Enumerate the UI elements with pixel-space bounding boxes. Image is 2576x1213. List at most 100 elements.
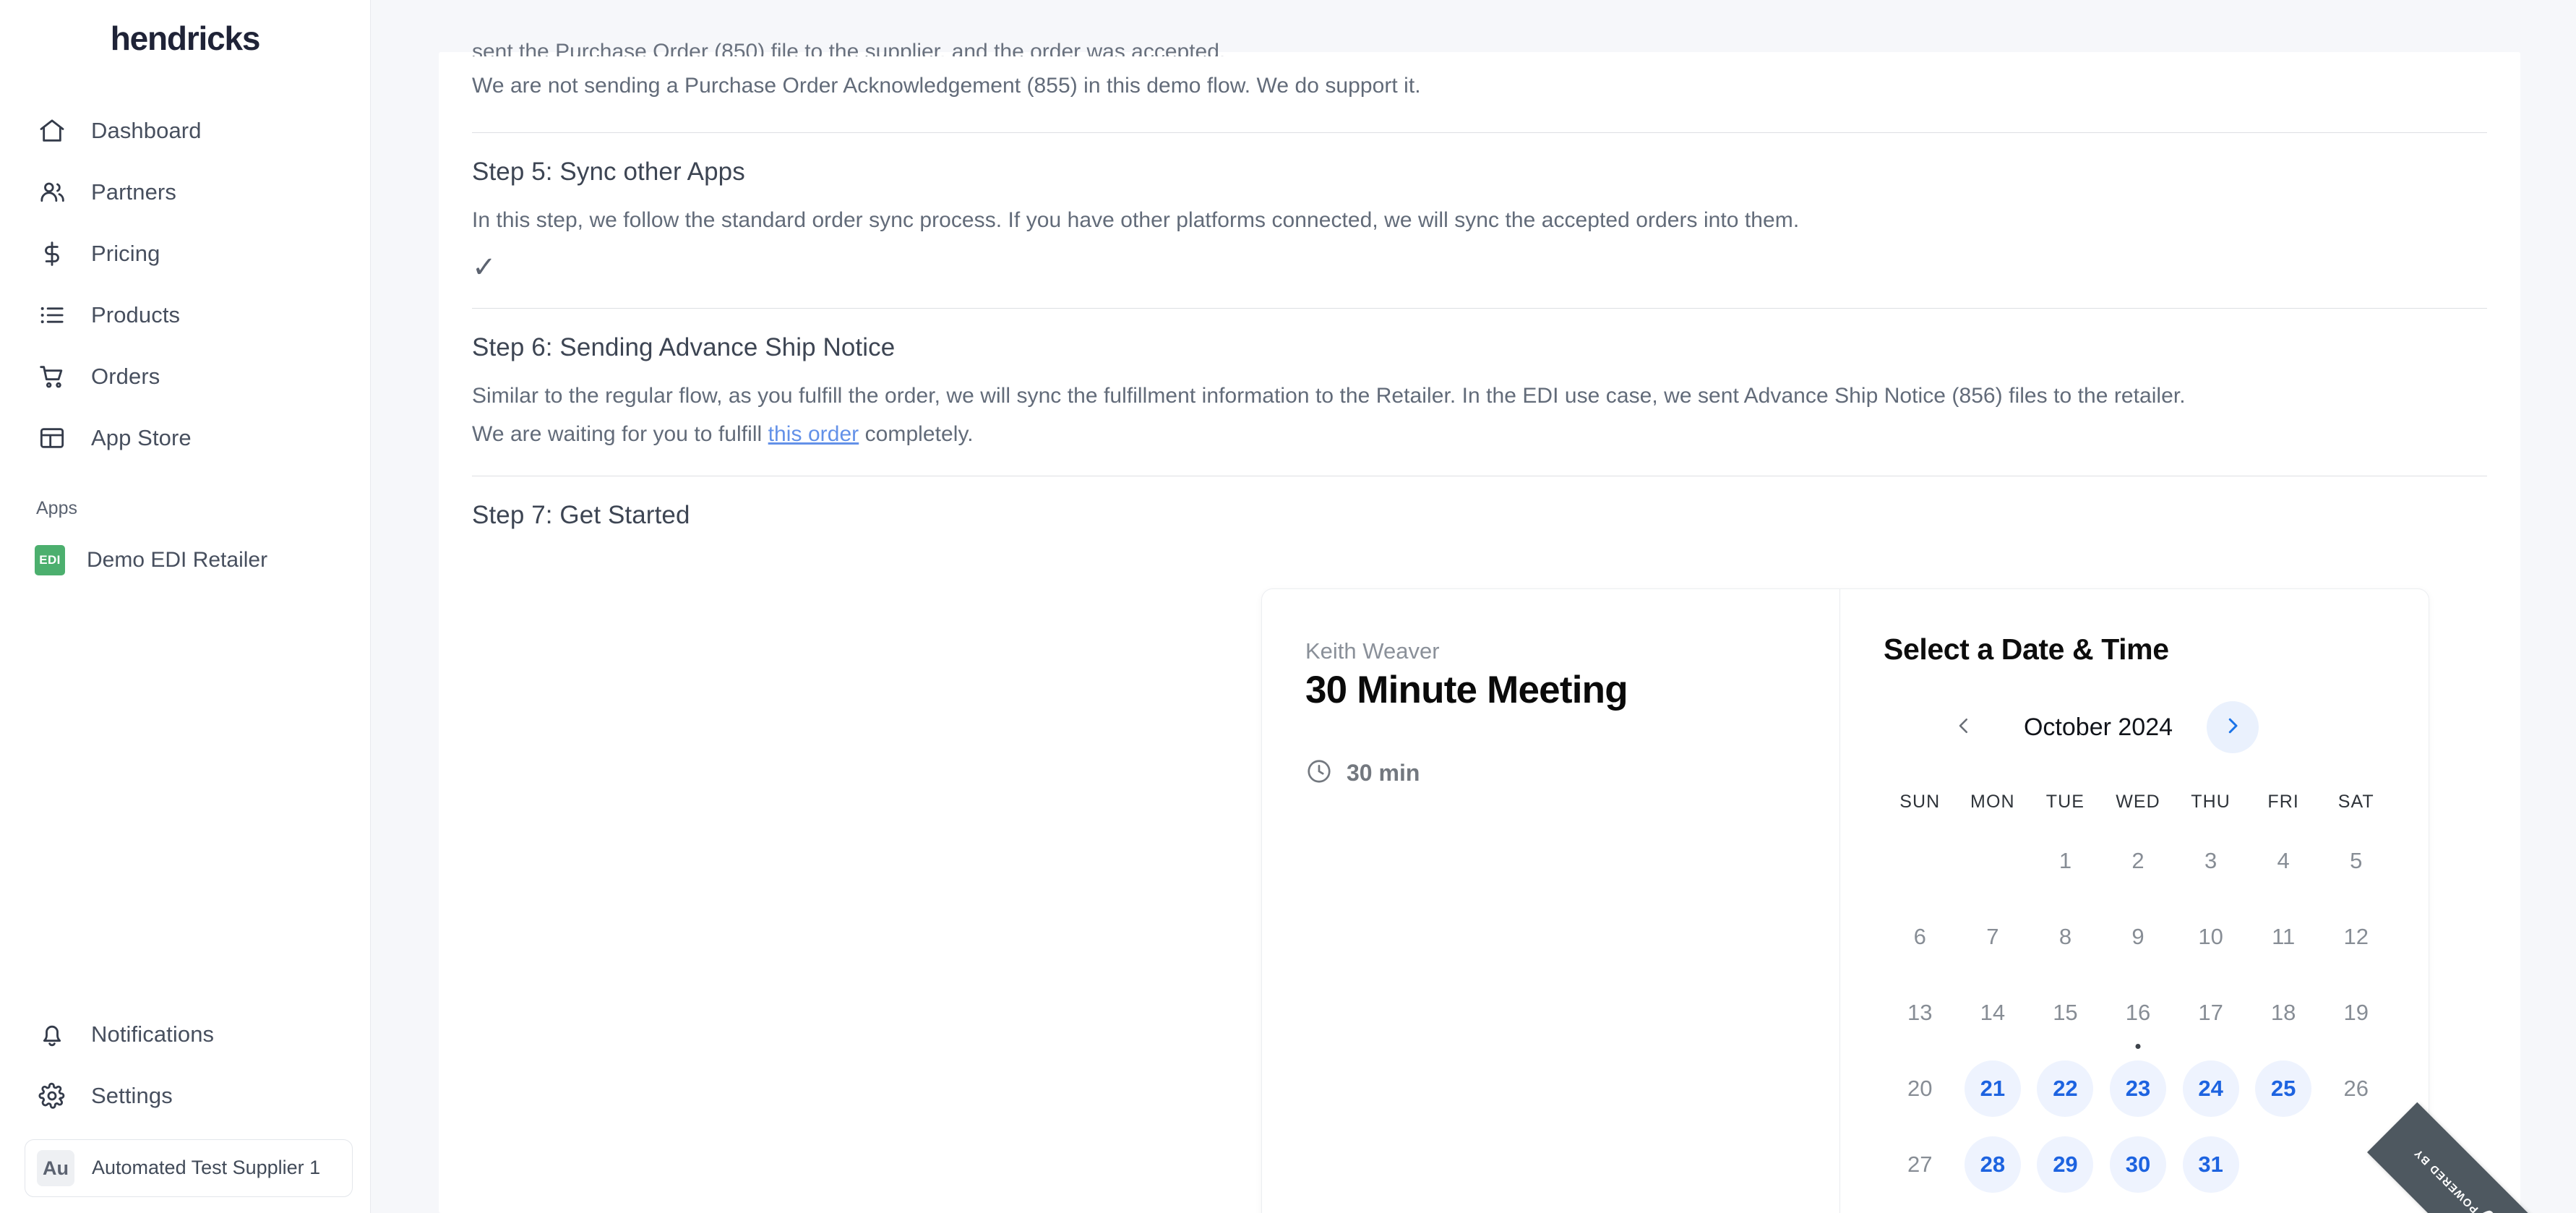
this-order-link[interactable]: this order xyxy=(768,422,859,446)
sidebar-item-label: App Store xyxy=(91,425,192,451)
calendar-weekday-sun: SUN xyxy=(1899,791,1941,812)
sidebar-item-partners[interactable]: Partners xyxy=(0,162,370,223)
calendar-cell xyxy=(2247,1126,2320,1202)
calendar-week-row: 20 21 22 23 24 25 26 xyxy=(1884,1050,2392,1126)
sidebar-item-label: Dashboard xyxy=(91,118,202,144)
calendar-cell: 25 xyxy=(2247,1050,2320,1126)
clipped-paragraph: sent the Purchase Order (850) file to th… xyxy=(472,40,1226,56)
sidebar-item-label: Notifications xyxy=(91,1021,215,1047)
brand-logo[interactable]: hendricks xyxy=(0,0,370,57)
calendar-day-21[interactable]: 21 xyxy=(1964,1060,2021,1117)
step-6-section: Step 6: Sending Advance Ship Notice Simi… xyxy=(472,309,2487,476)
calendar-day-7: 7 xyxy=(1986,923,1999,949)
sidebar-item-products[interactable]: Products xyxy=(0,285,370,346)
calendar-cell: 31 xyxy=(2174,1126,2247,1202)
calendar-day-28[interactable]: 28 xyxy=(1964,1136,2021,1193)
calendar-cell: 30 xyxy=(2102,1126,2175,1202)
today-marker-dot xyxy=(2135,1043,2141,1049)
calendar-cell: 3 xyxy=(2174,823,2247,899)
calendar-weekday-mon: MON xyxy=(1970,791,2015,812)
calendly-duration: 30 min xyxy=(1305,758,1796,789)
step-5-complete-check-icon: ✓ xyxy=(472,252,497,283)
calendar-day-16: 16 xyxy=(2110,985,2166,1049)
calendar-day-30[interactable]: 30 xyxy=(2110,1136,2167,1193)
calendar-cell: 20 xyxy=(1884,1050,1957,1126)
users-icon xyxy=(36,176,68,208)
gear-icon xyxy=(36,1080,68,1112)
cart-icon xyxy=(36,361,68,393)
calendar-cell: 18 xyxy=(2247,974,2320,1050)
calendar-day-1: 1 xyxy=(2058,847,2072,873)
calendar-day-5: 5 xyxy=(2350,847,2363,873)
calendar-cell: 22 xyxy=(2029,1050,2102,1126)
calendly-select-heading: Select a Date & Time xyxy=(1884,633,2169,666)
user-account-card[interactable]: Au Automated Test Supplier 1 xyxy=(25,1139,353,1197)
step-6-heading: Step 6: Sending Advance Ship Notice xyxy=(472,333,896,361)
waiting-prefix: We are waiting for you to fulfill xyxy=(472,421,768,446)
calendly-date-picker-panel: Select a Date & Time October 2024 SUN MO… xyxy=(1840,589,2429,1213)
calendar-day-18: 18 xyxy=(2270,999,2296,1025)
calendar-cell: 15 xyxy=(2029,974,2102,1050)
calendar-day-3: 3 xyxy=(2204,847,2217,873)
calendar-day-27: 27 xyxy=(1907,1151,1933,1177)
calendar-cell: 6 xyxy=(1884,899,1957,974)
sidebar-item-settings[interactable]: Settings xyxy=(0,1065,370,1126)
calendar-weekday-wed: WED xyxy=(2116,791,2160,812)
calendar-day-24[interactable]: 24 xyxy=(2182,1060,2239,1117)
step-5-body: In this step, we follow the standard ord… xyxy=(472,207,1800,232)
calendar-cell: 8 xyxy=(2029,899,2102,974)
calendar-cell: 10 xyxy=(2174,899,2247,974)
sidebar-item-notifications[interactable]: Notifications xyxy=(0,1003,370,1065)
sidebar-item-label: Settings xyxy=(91,1082,173,1108)
calendar-weekday-fri: FRI xyxy=(2267,791,2299,812)
chevron-left-icon xyxy=(1953,715,1975,740)
calendar-week-row: 1 2 3 4 5 xyxy=(1884,823,2392,899)
previous-month-button[interactable] xyxy=(1938,701,1990,753)
sidebar-item-orders[interactable]: Orders xyxy=(0,346,370,408)
calendar-cell: 21 xyxy=(1957,1050,2030,1126)
calendar-day-17: 17 xyxy=(2198,999,2223,1025)
calendar-day-12: 12 xyxy=(2343,923,2369,949)
step-5-section: Step 5: Sync other Apps In this step, we… xyxy=(472,133,2487,309)
next-month-button[interactable] xyxy=(2207,701,2259,753)
calendar-day-22[interactable]: 22 xyxy=(2037,1060,2094,1117)
sidebar-item-pricing[interactable]: Pricing xyxy=(0,223,370,285)
dollar-icon xyxy=(36,238,68,270)
sidebar-item-label: Orders xyxy=(91,364,160,390)
calendar-day-23[interactable]: 23 xyxy=(2110,1060,2167,1117)
sidebar-app-demo-edi-retailer[interactable]: EDI Demo EDI Retailer xyxy=(0,538,370,583)
clock-icon xyxy=(1305,758,1333,789)
calendly-event-title: 30 Minute Meeting xyxy=(1305,669,1628,711)
intro-paragraph: We are not sending a Purchase Order Ackn… xyxy=(472,74,1421,98)
calendly-event-details-panel: Keith Weaver 30 Minute Meeting 30 min xyxy=(1262,589,1840,1213)
sidebar-item-dashboard[interactable]: Dashboard xyxy=(0,100,370,162)
calendar-cell: 1 xyxy=(2029,823,2102,899)
step-6-waiting-text: We are waiting for you to fulfill this o… xyxy=(472,418,2487,452)
calendar-day-29[interactable]: 29 xyxy=(2037,1136,2094,1193)
calendly-widget-frame: Keith Weaver 30 Minute Meeting 30 min Se… xyxy=(1261,588,2429,1213)
sidebar-item-label: Products xyxy=(91,302,181,328)
sidebar: hendricks Dashboard Partners Pricing Pro… xyxy=(0,0,371,1213)
sidebar-item-label: Partners xyxy=(91,179,176,205)
calendar-day-4: 4 xyxy=(2277,847,2290,873)
calendar-cell: 28 xyxy=(1957,1126,2030,1202)
calendar-day-20: 20 xyxy=(1907,1075,1933,1101)
calendar-day-31[interactable]: 31 xyxy=(2182,1136,2239,1193)
calendly-booking-widget: Keith Weaver 30 Minute Meeting 30 min Se… xyxy=(1261,588,2576,1213)
calendar-cell: 23 xyxy=(2102,1050,2175,1126)
calendar-day-25[interactable]: 25 xyxy=(2255,1060,2312,1117)
edi-badge-icon: EDI xyxy=(35,544,65,575)
calendar-cell xyxy=(2319,1126,2392,1202)
step-7-heading: Step 7: Get Started xyxy=(472,501,690,529)
calendar-weekday-tue: TUE xyxy=(2045,791,2085,812)
calendar-cell xyxy=(1884,823,1957,899)
apps-list: EDI Demo EDI Retailer xyxy=(0,538,370,583)
calendar-weeks: 1 2 3 4 5 6 7 8 9 10 11 12 13 14 15 16 17 18 19 20 21 22 23 24 2… xyxy=(1884,823,2392,1202)
calendly-duration-label: 30 min xyxy=(1347,759,1420,786)
calendar-day-11: 11 xyxy=(2272,923,2296,949)
calendar-day-2: 2 xyxy=(2131,847,2144,873)
calendar-cell: 26 xyxy=(2319,1050,2392,1126)
calendar-weekday-thu: THU xyxy=(2191,791,2231,812)
sidebar-item-app-store[interactable]: App Store xyxy=(0,408,370,469)
